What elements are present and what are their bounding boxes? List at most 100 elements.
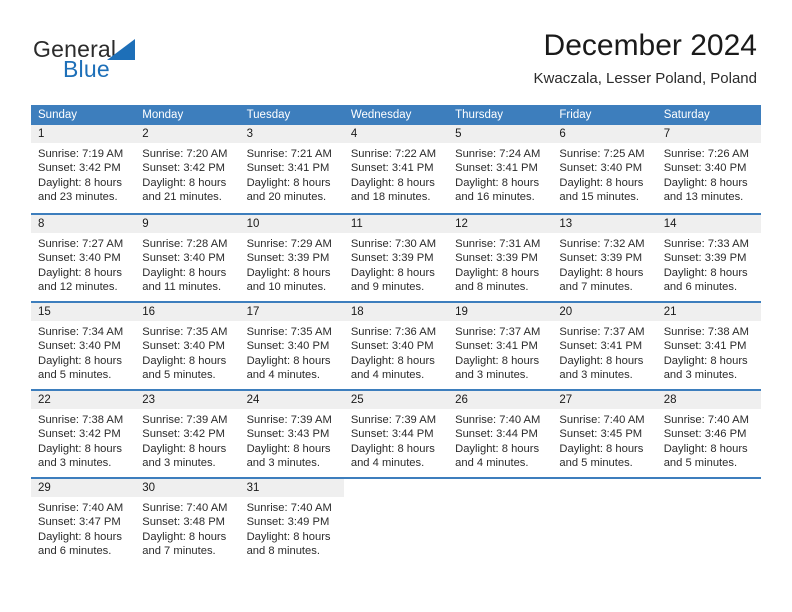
calendar-day-cell[interactable]: 17 Sunrise: 7:35 AM Sunset: 3:40 PM Dayligh… xyxy=(239,303,344,389)
weekday-header-row: Sunday Monday Tuesday Wednesday Thursday Frid… xyxy=(31,105,761,125)
day-number: 27 xyxy=(552,391,657,409)
day-number: 9 xyxy=(135,215,240,233)
calendar-day-cell[interactable]: 29 Sunrise: 7:40 AM Sunset: 3:47 PM Dayligh… xyxy=(31,479,136,565)
calendar-day-cell[interactable]: 13 Sunrise: 7:32 AM Sunset: 3:39 PM Dayligh… xyxy=(552,215,657,301)
calendar-day-cell[interactable]: 8 Sunrise: 7:27 AM Sunset: 3:40 PM Daylight… xyxy=(31,215,136,301)
calendar-week-row: 15 Sunrise: 7:34 AM Sunset: 3:40 PM Dayligh… xyxy=(31,301,761,389)
day-detail-line: Sunset: 3:40 PM xyxy=(142,340,225,353)
day-detail-line: Sunset: 3:41 PM xyxy=(663,340,747,353)
day-number: 3 xyxy=(239,125,344,143)
day-detail-line: Sunset: 3:40 PM xyxy=(38,340,121,353)
day-number: 2 xyxy=(135,125,240,143)
calendar-day-cell[interactable]: 16 Sunrise: 7:35 AM Sunset: 3:40 PM Dayligh… xyxy=(135,303,240,389)
day-details: Sunrise: 7:25 AM Sunset: 3:40 PM Daylight:… xyxy=(552,143,656,205)
day-detail-line: and 8 minutes. xyxy=(246,545,320,558)
calendar-day-cell[interactable]: 26 Sunrise: 7:40 AM Sunset: 3:44 PM Dayligh… xyxy=(448,391,553,477)
day-detail-line: Daylight: 8 hours xyxy=(142,530,227,543)
day-details: Sunrise: 7:39 AM Sunset: 3:43 PM Daylight:… xyxy=(240,409,344,471)
day-detail-line: Daylight: 8 hours xyxy=(559,442,644,455)
day-detail-line: Sunrise: 7:40 AM xyxy=(455,414,541,426)
weekday-header-wednesday: Wednesday xyxy=(350,109,412,121)
day-number xyxy=(552,479,657,497)
day-detail-line: Daylight: 8 hours xyxy=(559,354,644,367)
day-detail-line: Daylight: 8 hours xyxy=(350,266,435,279)
day-number: 11 xyxy=(343,215,449,233)
calendar-day-cell[interactable]: 18 Sunrise: 7:36 AM Sunset: 3:40 PM Dayligh… xyxy=(343,303,449,389)
day-detail-line: Sunrise: 7:39 AM xyxy=(142,414,228,426)
day-detail-line: Sunset: 3:41 PM xyxy=(246,162,330,175)
calendar-day-cell[interactable]: 15 Sunrise: 7:34 AM Sunset: 3:40 PM Dayligh… xyxy=(31,303,136,389)
calendar-day-cell[interactable]: 14 Sunrise: 7:33 AM Sunset: 3:39 PM Dayligh… xyxy=(656,215,761,301)
day-detail-line: Sunset: 3:39 PM xyxy=(350,252,434,265)
day-detail-line: Sunset: 3:40 PM xyxy=(38,252,121,265)
day-detail-line: Sunrise: 7:21 AM xyxy=(246,148,332,160)
day-details: Sunrise: 7:38 AM Sunset: 3:41 PM Daylight:… xyxy=(657,321,761,383)
day-detail-line: and 18 minutes. xyxy=(350,191,431,204)
calendar-day-cell[interactable]: 2 Sunrise: 7:20 AM Sunset: 3:42 PM Daylight… xyxy=(135,125,240,213)
day-detail-line: Sunset: 3:44 PM xyxy=(350,428,434,441)
day-details: Sunrise: 7:40 AM Sunset: 3:44 PM Daylight:… xyxy=(448,409,552,471)
day-details: Sunrise: 7:36 AM Sunset: 3:40 PM Daylight:… xyxy=(344,321,448,383)
day-detail-line: Daylight: 8 hours xyxy=(246,266,331,279)
calendar-day-cell[interactable]: 28 Sunrise: 7:40 AM Sunset: 3:46 PM Dayligh… xyxy=(656,391,761,477)
day-details: Sunrise: 7:30 AM Sunset: 3:39 PM Daylight:… xyxy=(344,233,448,295)
day-number: 22 xyxy=(31,391,136,409)
calendar-day-cell[interactable]: 21 Sunrise: 7:38 AM Sunset: 3:41 PM Dayligh… xyxy=(656,303,761,389)
day-detail-line: Sunset: 3:40 PM xyxy=(559,162,643,175)
day-detail-line: Sunset: 3:42 PM xyxy=(142,428,225,441)
calendar-day-cell[interactable]: 25 Sunrise: 7:39 AM Sunset: 3:44 PM Dayligh… xyxy=(343,391,449,477)
calendar-day-cell[interactable]: 23 Sunrise: 7:39 AM Sunset: 3:42 PM Dayligh… xyxy=(135,391,240,477)
day-details: Sunrise: 7:29 AM Sunset: 3:39 PM Daylight:… xyxy=(240,233,344,295)
day-detail-line: Sunrise: 7:38 AM xyxy=(663,326,749,338)
day-detail-line: Sunrise: 7:36 AM xyxy=(350,326,437,338)
calendar-day-cell[interactable]: 24 Sunrise: 7:39 AM Sunset: 3:43 PM Dayligh… xyxy=(239,391,344,477)
day-detail-line: Daylight: 8 hours xyxy=(455,266,540,279)
weekday-header-friday: Friday xyxy=(559,109,592,121)
calendar-day-cell[interactable]: 31 Sunrise: 7:40 AM Sunset: 3:49 PM Dayligh… xyxy=(239,479,344,565)
day-detail-line: and 12 minutes. xyxy=(38,281,118,294)
day-detail-line: and 6 minutes. xyxy=(38,545,112,558)
calendar-day-cell[interactable]: 11 Sunrise: 7:30 AM Sunset: 3:39 PM Dayligh… xyxy=(343,215,449,301)
day-details: Sunrise: 7:38 AM Sunset: 3:42 PM Daylight:… xyxy=(31,409,135,471)
day-details: Sunrise: 7:34 AM Sunset: 3:40 PM Daylight:… xyxy=(31,321,135,383)
calendar-day-cell[interactable]: 9 Sunrise: 7:28 AM Sunset: 3:40 PM Daylight… xyxy=(135,215,240,301)
calendar-day-cell[interactable]: 6 Sunrise: 7:25 AM Sunset: 3:40 PM Daylight… xyxy=(552,125,657,213)
day-detail-line: Sunrise: 7:27 AM xyxy=(38,238,124,250)
day-detail-line: Daylight: 8 hours xyxy=(142,442,227,455)
day-detail-line: and 3 minutes. xyxy=(142,457,216,470)
calendar-day-cell[interactable]: 12 Sunrise: 7:31 AM Sunset: 3:39 PM Dayligh… xyxy=(448,215,553,301)
day-detail-line: Sunrise: 7:19 AM xyxy=(38,148,124,160)
calendar-day-cell[interactable]: 20 Sunrise: 7:37 AM Sunset: 3:41 PM Dayligh… xyxy=(552,303,657,389)
day-details: Sunrise: 7:32 AM Sunset: 3:39 PM Daylight:… xyxy=(552,233,656,295)
day-details: Sunrise: 7:37 AM Sunset: 3:41 PM Daylight:… xyxy=(552,321,656,383)
day-detail-line: Sunrise: 7:24 AM xyxy=(455,148,541,160)
calendar-day-cell[interactable]: 3 Sunrise: 7:21 AM Sunset: 3:41 PM Daylight… xyxy=(239,125,344,213)
calendar-day-cell[interactable]: 1 Sunrise: 7:19 AM Sunset: 3:42 PM Daylight… xyxy=(31,125,136,213)
brand-logo[interactable]: General Blue xyxy=(33,36,223,82)
calendar-day-cell[interactable]: 7 Sunrise: 7:26 AM Sunset: 3:40 PM Daylight… xyxy=(656,125,761,213)
day-number: 29 xyxy=(31,479,136,497)
day-details: Sunrise: 7:28 AM Sunset: 3:40 PM Daylight:… xyxy=(135,233,239,295)
day-detail-line: Daylight: 8 hours xyxy=(246,442,331,455)
day-details: Sunrise: 7:40 AM Sunset: 3:45 PM Daylight:… xyxy=(552,409,656,471)
calendar-day-cell[interactable]: 30 Sunrise: 7:40 AM Sunset: 3:48 PM Dayligh… xyxy=(135,479,240,565)
day-detail-line: Daylight: 8 hours xyxy=(142,354,227,367)
calendar-day-cell[interactable]: 4 Sunrise: 7:22 AM Sunset: 3:41 PM Daylight… xyxy=(343,125,449,213)
calendar-day-cell[interactable]: 19 Sunrise: 7:37 AM Sunset: 3:41 PM Dayligh… xyxy=(448,303,553,389)
day-detail-line: and 15 minutes. xyxy=(559,191,640,204)
day-number xyxy=(343,479,449,497)
calendar-day-cell-empty xyxy=(448,479,553,565)
calendar-day-cell[interactable]: 27 Sunrise: 7:40 AM Sunset: 3:45 PM Dayligh… xyxy=(552,391,657,477)
calendar-day-cell[interactable]: 22 Sunrise: 7:38 AM Sunset: 3:42 PM Dayligh… xyxy=(31,391,136,477)
calendar-day-cell[interactable]: 10 Sunrise: 7:29 AM Sunset: 3:39 PM Dayligh… xyxy=(239,215,344,301)
day-detail-line: Daylight: 8 hours xyxy=(350,442,435,455)
day-details: Sunrise: 7:26 AM Sunset: 3:40 PM Daylight:… xyxy=(657,143,761,205)
day-detail-line: and 13 minutes. xyxy=(663,191,744,204)
calendar-day-cell[interactable]: 5 Sunrise: 7:24 AM Sunset: 3:41 PM Daylight… xyxy=(448,125,553,213)
day-details: Sunrise: 7:39 AM Sunset: 3:44 PM Daylight:… xyxy=(344,409,448,471)
day-details: Sunrise: 7:39 AM Sunset: 3:42 PM Daylight:… xyxy=(135,409,239,471)
day-detail-line: Sunset: 3:40 PM xyxy=(663,162,747,175)
day-detail-line: Daylight: 8 hours xyxy=(246,354,331,367)
day-number: 6 xyxy=(552,125,657,143)
day-details: Sunrise: 7:35 AM Sunset: 3:40 PM Daylight:… xyxy=(240,321,344,383)
